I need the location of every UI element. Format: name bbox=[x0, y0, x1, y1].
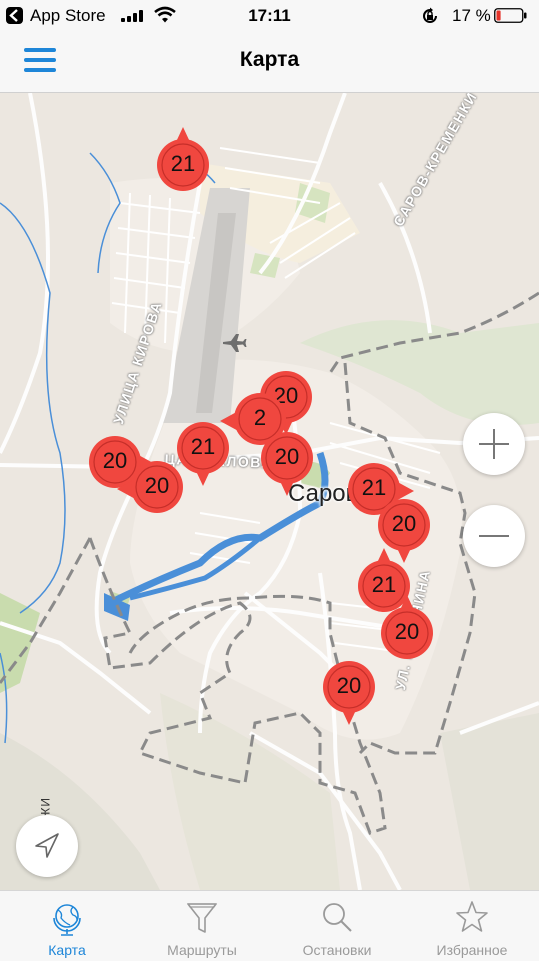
navigation-bar: Карта bbox=[0, 32, 539, 93]
zoom-in-button[interactable] bbox=[463, 413, 525, 475]
bus-marker[interactable]: 20 bbox=[259, 430, 315, 510]
bus-marker-route: 20 bbox=[391, 511, 417, 536]
bus-marker-route: 20 bbox=[144, 473, 170, 498]
star-icon bbox=[456, 901, 488, 932]
orientation-lock-icon bbox=[423, 7, 437, 23]
tab-favorites[interactable]: Избранное bbox=[405, 891, 539, 961]
bus-marker[interactable]: 20 bbox=[321, 659, 377, 739]
tab-map-label: Карта bbox=[48, 942, 86, 958]
bus-marker-route: 20 bbox=[274, 444, 300, 469]
bus-marker-route: 21 bbox=[371, 572, 397, 597]
tab-routes-label: Маршруты bbox=[167, 942, 237, 958]
bus-marker-route: 20 bbox=[336, 673, 362, 698]
zoom-out-button[interactable] bbox=[463, 505, 525, 567]
minus-icon bbox=[479, 535, 509, 537]
tab-bar: Карта Маршруты Остановки Избранное bbox=[0, 890, 539, 961]
my-location-button[interactable] bbox=[16, 815, 78, 877]
page-title: Карта bbox=[239, 48, 300, 71]
location-arrow-icon bbox=[35, 833, 59, 858]
battery-percent: 17 % bbox=[452, 6, 491, 25]
tab-stops[interactable]: Остановки bbox=[270, 891, 404, 961]
globe-icon bbox=[53, 904, 81, 936]
tab-routes[interactable]: Маршруты bbox=[135, 891, 269, 961]
status-bar: App Store 17:11 17 % bbox=[0, 0, 539, 32]
tab-favorites-label: Избранное bbox=[436, 942, 508, 958]
bus-marker[interactable]: 21 bbox=[155, 127, 211, 217]
bus-marker-route: 2 bbox=[253, 405, 267, 430]
bus-marker-route: 21 bbox=[170, 151, 196, 176]
map-view[interactable]: САРОВ-КРЕМЕНКИ УЛИЦА КИРОВА ЦА ЧКАЛОВА У… bbox=[0, 93, 539, 890]
battery-icon bbox=[494, 8, 527, 23]
tab-stops-label: Остановки bbox=[302, 942, 372, 958]
bus-marker[interactable]: 20 bbox=[379, 595, 435, 685]
bus-marker-route: 21 bbox=[190, 434, 216, 459]
bus-marker[interactable]: 20 bbox=[117, 459, 185, 539]
search-icon bbox=[323, 903, 352, 932]
funnel-icon bbox=[186, 903, 218, 933]
bus-marker-route: 20 bbox=[394, 619, 420, 644]
tab-map[interactable]: Карта bbox=[0, 891, 134, 961]
